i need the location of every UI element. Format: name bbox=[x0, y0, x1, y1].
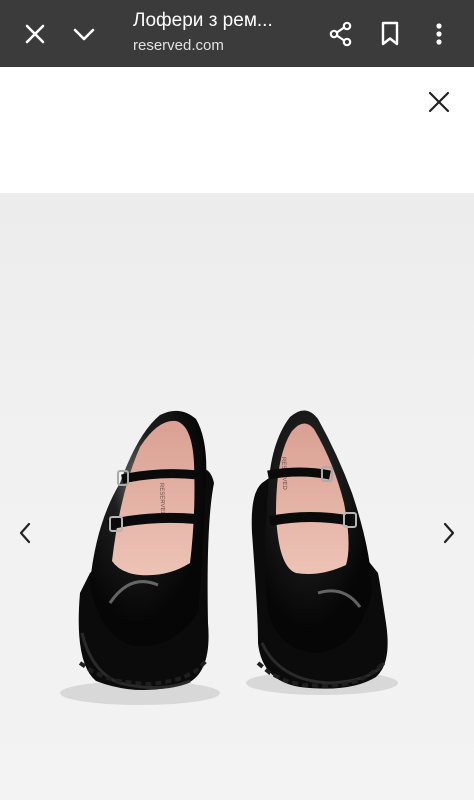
collapse-button[interactable] bbox=[62, 12, 106, 56]
share-icon bbox=[329, 21, 352, 47]
close-tab-button[interactable] bbox=[13, 12, 57, 56]
close-icon bbox=[25, 24, 45, 44]
browser-toolbar: Лофери з рем... reserved.com bbox=[0, 0, 474, 67]
product-photo: RESERVED RESERVED bbox=[60, 410, 398, 705]
bookmark-button[interactable] bbox=[368, 12, 412, 56]
svg-text:RESERVED: RESERVED bbox=[158, 483, 165, 517]
page-url: reserved.com bbox=[133, 37, 224, 54]
left-shoe: RESERVED bbox=[78, 410, 214, 691]
chevron-right-icon bbox=[443, 522, 455, 544]
share-button[interactable] bbox=[319, 12, 363, 56]
chevron-left-icon bbox=[19, 522, 31, 544]
product-image-gallery[interactable]: RESERVED RESERVED bbox=[0, 193, 474, 800]
image-viewer: RESERVED RESERVED bbox=[0, 67, 474, 800]
chevron-down-icon bbox=[73, 28, 95, 41]
previous-image-button[interactable] bbox=[10, 518, 40, 548]
close-viewer-button[interactable] bbox=[424, 87, 454, 117]
close-icon bbox=[428, 91, 450, 113]
page-title: Лофери з рем... bbox=[133, 10, 273, 31]
more-vert-icon bbox=[436, 23, 442, 45]
next-image-button[interactable] bbox=[434, 518, 464, 548]
right-shoe: RESERVED bbox=[251, 410, 388, 689]
more-options-button[interactable] bbox=[417, 12, 461, 56]
bookmark-icon bbox=[381, 21, 399, 46]
